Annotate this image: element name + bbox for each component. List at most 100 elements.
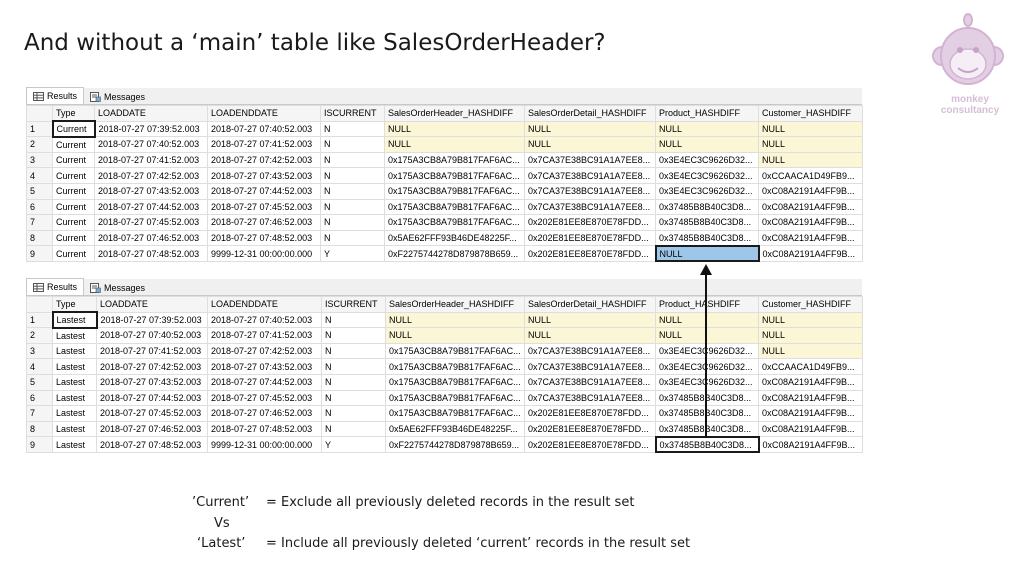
row-number[interactable]: 6 bbox=[26, 389, 53, 407]
table-row[interactable]: 8 Lastest 2018-07-27 07:46:52.003 2018-07-2… bbox=[26, 420, 863, 438]
table-cell[interactable]: 0x175A3CB8A79B817FAF6AC... bbox=[385, 342, 525, 360]
table-cell[interactable]: 2018-07-27 07:43:52.003 bbox=[96, 373, 208, 391]
table-cell[interactable]: N bbox=[321, 405, 386, 422]
table-cell[interactable]: 0xC08A2191A4FF9B... bbox=[758, 405, 863, 422]
table-cell[interactable]: NULL bbox=[384, 120, 525, 138]
table-cell[interactable]: N bbox=[321, 373, 386, 391]
table-cell[interactable]: 2018-07-27 07:44:52.003 bbox=[96, 389, 208, 407]
table-cell[interactable]: 0x7CA37E38BC91A1A7EE8... bbox=[524, 358, 656, 375]
column-header[interactable]: SalesOrderDetail_HASHDIFF bbox=[524, 105, 656, 122]
table-cell[interactable]: 0x3E4EC3C9626D32... bbox=[655, 167, 759, 184]
table-row[interactable]: 6 Lastest 2018-07-27 07:44:52.003 2018-07-2… bbox=[26, 389, 863, 407]
table-cell[interactable]: 0xF2275744278D879878B659... bbox=[385, 436, 525, 453]
table-row[interactable]: 3 Lastest 2018-07-27 07:41:52.003 2018-07-2… bbox=[26, 342, 863, 360]
table-cell[interactable]: N bbox=[320, 120, 385, 138]
table-cell[interactable]: NULL bbox=[655, 120, 759, 138]
table-cell[interactable]: Lastest bbox=[52, 420, 97, 438]
table-cell[interactable]: 0x37485B8B40C3D8... bbox=[655, 214, 759, 231]
table-cell[interactable]: NULL bbox=[758, 311, 863, 329]
table-cell[interactable]: 0x175A3CB8A79B817FAF6AC... bbox=[385, 405, 525, 422]
table-cell[interactable]: 2018-07-27 07:41:52.003 bbox=[96, 342, 208, 360]
table-cell[interactable]: Lastest bbox=[52, 327, 97, 344]
table-cell[interactable]: 0xC08A2191A4FF9B... bbox=[758, 198, 863, 216]
table-cell[interactable]: N bbox=[321, 389, 386, 407]
table-cell[interactable]: 2018-07-27 07:41:52.003 bbox=[207, 136, 321, 153]
table-row[interactable]: 2 Current 2018-07-27 07:40:52.003 2018-07-2… bbox=[26, 136, 863, 153]
table-cell[interactable]: 0xCCAACA1D49FB9... bbox=[758, 167, 863, 184]
table-cell[interactable]: N bbox=[321, 358, 386, 375]
table-cell[interactable]: 0xF2275744278D879878B659... bbox=[384, 245, 525, 262]
column-header[interactable]: LOADENDDATE bbox=[207, 296, 322, 313]
column-header[interactable]: Product_HASHDIFF bbox=[655, 296, 759, 313]
table-cell[interactable]: Current bbox=[51, 120, 96, 138]
column-header[interactable]: LOADDATE bbox=[94, 105, 208, 122]
table-cell[interactable]: 0x3E4EC3C9626D32... bbox=[655, 182, 759, 200]
table-cell[interactable]: 9999-12-31 00:00:00.000 bbox=[207, 245, 321, 262]
table-cell[interactable]: 0x175A3CB8A79B817FAF6AC... bbox=[384, 198, 525, 216]
table-cell[interactable]: 0xC08A2191A4FF9B... bbox=[758, 214, 863, 231]
table-cell[interactable]: 0x7CA37E38BC91A1A7EE8... bbox=[524, 198, 656, 216]
column-header[interactable]: Type bbox=[52, 296, 97, 313]
table-cell[interactable]: 9999-12-31 00:00:00.000 bbox=[207, 436, 322, 453]
table-cell[interactable]: N bbox=[321, 420, 386, 438]
row-number[interactable]: 4 bbox=[26, 167, 53, 184]
table-row[interactable]: 3 Current 2018-07-27 07:41:52.003 2018-07-2… bbox=[26, 151, 863, 169]
table-cell[interactable]: Current bbox=[52, 214, 95, 231]
row-number[interactable]: 5 bbox=[26, 373, 53, 391]
tab-results[interactable]: Results bbox=[26, 278, 85, 295]
row-number[interactable]: 3 bbox=[26, 342, 53, 360]
row-number[interactable]: 8 bbox=[26, 420, 53, 438]
table-cell[interactable]: 0x7CA37E38BC91A1A7EE8... bbox=[524, 373, 656, 391]
table-cell[interactable]: 0x37485B8B40C3D8... bbox=[655, 198, 759, 216]
row-number[interactable]: 6 bbox=[26, 198, 53, 216]
table-cell[interactable]: N bbox=[320, 198, 385, 216]
table-cell[interactable]: 0xC08A2191A4FF9B... bbox=[758, 420, 863, 438]
table-row[interactable]: 6 Current 2018-07-27 07:44:52.003 2018-07-2… bbox=[26, 198, 863, 216]
table-row[interactable]: 5 Lastest 2018-07-27 07:43:52.003 2018-07-2… bbox=[26, 373, 863, 391]
tab-results[interactable]: Results bbox=[26, 87, 85, 104]
table-cell[interactable]: NULL bbox=[385, 327, 525, 344]
table-cell[interactable]: 2018-07-27 07:41:52.003 bbox=[94, 151, 208, 169]
table-cell[interactable]: NULL bbox=[758, 327, 863, 344]
table-cell[interactable]: Lastest bbox=[52, 358, 97, 375]
table-cell[interactable]: 2018-07-27 07:39:52.003 bbox=[94, 120, 208, 138]
table-cell[interactable]: Lastest bbox=[51, 311, 98, 329]
table-cell[interactable]: 0x37485B8B40C3D8... bbox=[655, 229, 759, 247]
table-row[interactable]: 1 Current 2018-07-27 07:39:52.003 2018-07-2… bbox=[26, 120, 863, 138]
table-cell[interactable]: 2018-07-27 07:45:52.003 bbox=[96, 405, 208, 422]
column-header[interactable]: SalesOrderDetail_HASHDIFF bbox=[524, 296, 656, 313]
table-cell[interactable]: 0x5AE62FFF93B46DE48225F... bbox=[385, 420, 525, 438]
table-cell[interactable]: 2018-07-27 07:40:52.003 bbox=[96, 327, 208, 344]
table-cell[interactable]: 2018-07-27 07:42:52.003 bbox=[94, 167, 208, 184]
table-cell[interactable]: 0x175A3CB8A79B817FAF6AC... bbox=[384, 182, 525, 200]
table-cell[interactable]: 0x3E4EC3C9626D32... bbox=[655, 151, 759, 169]
column-header-rownum[interactable] bbox=[26, 296, 53, 313]
table-cell[interactable]: NULL bbox=[384, 136, 525, 153]
table-cell[interactable]: 0x202E81EE8E870E78FDD... bbox=[524, 214, 656, 231]
row-number[interactable]: 9 bbox=[26, 436, 53, 453]
table-cell[interactable]: Current bbox=[52, 167, 95, 184]
table-cell[interactable]: NULL bbox=[524, 327, 656, 344]
table-row[interactable]: 9 Current 2018-07-27 07:48:52.003 9999-12-3… bbox=[26, 244, 863, 263]
table-cell[interactable]: 2018-07-27 07:44:52.003 bbox=[94, 198, 208, 216]
table-cell[interactable]: 2018-07-27 07:43:52.003 bbox=[207, 167, 321, 184]
table-cell[interactable]: Lastest bbox=[52, 436, 97, 453]
table-cell[interactable]: 0x3E4EC3C9626D32... bbox=[655, 358, 759, 375]
table-row[interactable]: 8 Current 2018-07-27 07:46:52.003 2018-07-2… bbox=[26, 229, 863, 247]
table-cell[interactable]: NULL bbox=[524, 120, 656, 138]
table-cell[interactable]: 0x175A3CB8A79B817FAF6AC... bbox=[385, 358, 525, 375]
table-cell[interactable]: 2018-07-27 07:48:52.003 bbox=[207, 420, 322, 438]
table-cell[interactable]: 2018-07-27 07:45:52.003 bbox=[94, 214, 208, 231]
table-cell[interactable]: NULL bbox=[758, 136, 863, 153]
table-cell[interactable]: Current bbox=[52, 229, 95, 247]
table-cell[interactable]: 2018-07-27 07:42:52.003 bbox=[207, 151, 321, 169]
table-cell[interactable]: 2018-07-27 07:48:52.003 bbox=[96, 436, 208, 453]
table-cell[interactable]: 0x5AE62FFF93B46DE48225F... bbox=[384, 229, 525, 247]
table-cell[interactable]: 2018-07-27 07:40:52.003 bbox=[207, 311, 322, 329]
table-cell[interactable]: Current bbox=[52, 198, 95, 216]
table-cell[interactable]: 2018-07-27 07:45:52.003 bbox=[207, 198, 321, 216]
table-cell[interactable]: N bbox=[320, 229, 385, 247]
table-cell[interactable]: 0x202E81EE8E870E78FDD... bbox=[524, 245, 656, 262]
table-cell[interactable]: 2018-07-27 07:45:52.003 bbox=[207, 389, 322, 407]
table-cell[interactable]: Lastest bbox=[52, 342, 97, 360]
